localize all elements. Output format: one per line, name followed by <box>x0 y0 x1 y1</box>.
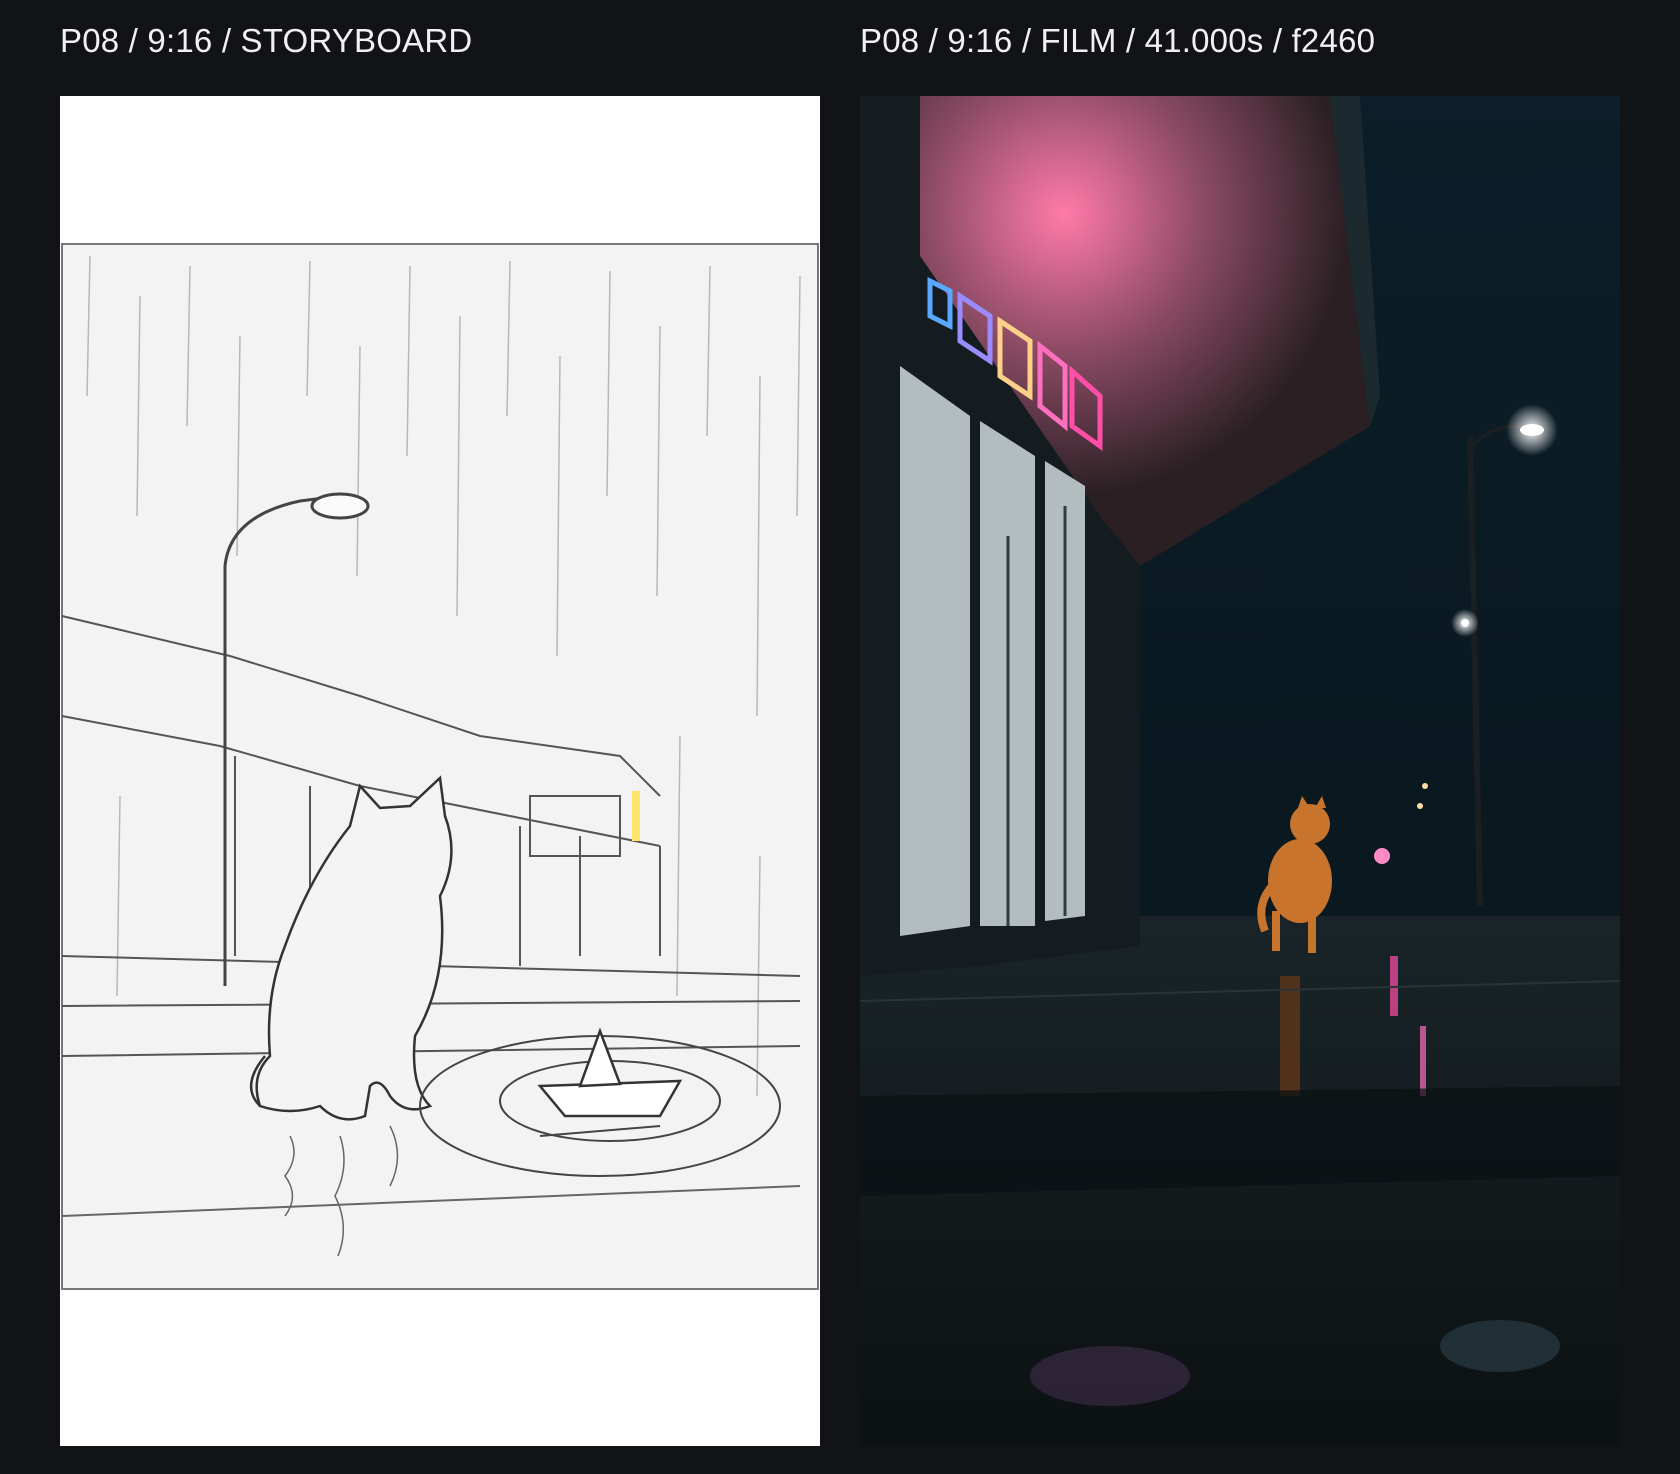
film-caption: P08 / 9:16 / FILM / 41.000s / f2460 <box>860 22 1376 59</box>
storyboard-sketch-image <box>60 96 820 1446</box>
film-pink-light <box>1374 848 1390 864</box>
sketch-sign-highlight <box>632 791 640 841</box>
film-panel <box>860 96 1620 1446</box>
storyboard-caption: P08 / 9:16 / STORYBOARD <box>60 22 473 59</box>
film-frame-image <box>860 96 1620 1446</box>
storyboard-panel <box>60 96 820 1446</box>
